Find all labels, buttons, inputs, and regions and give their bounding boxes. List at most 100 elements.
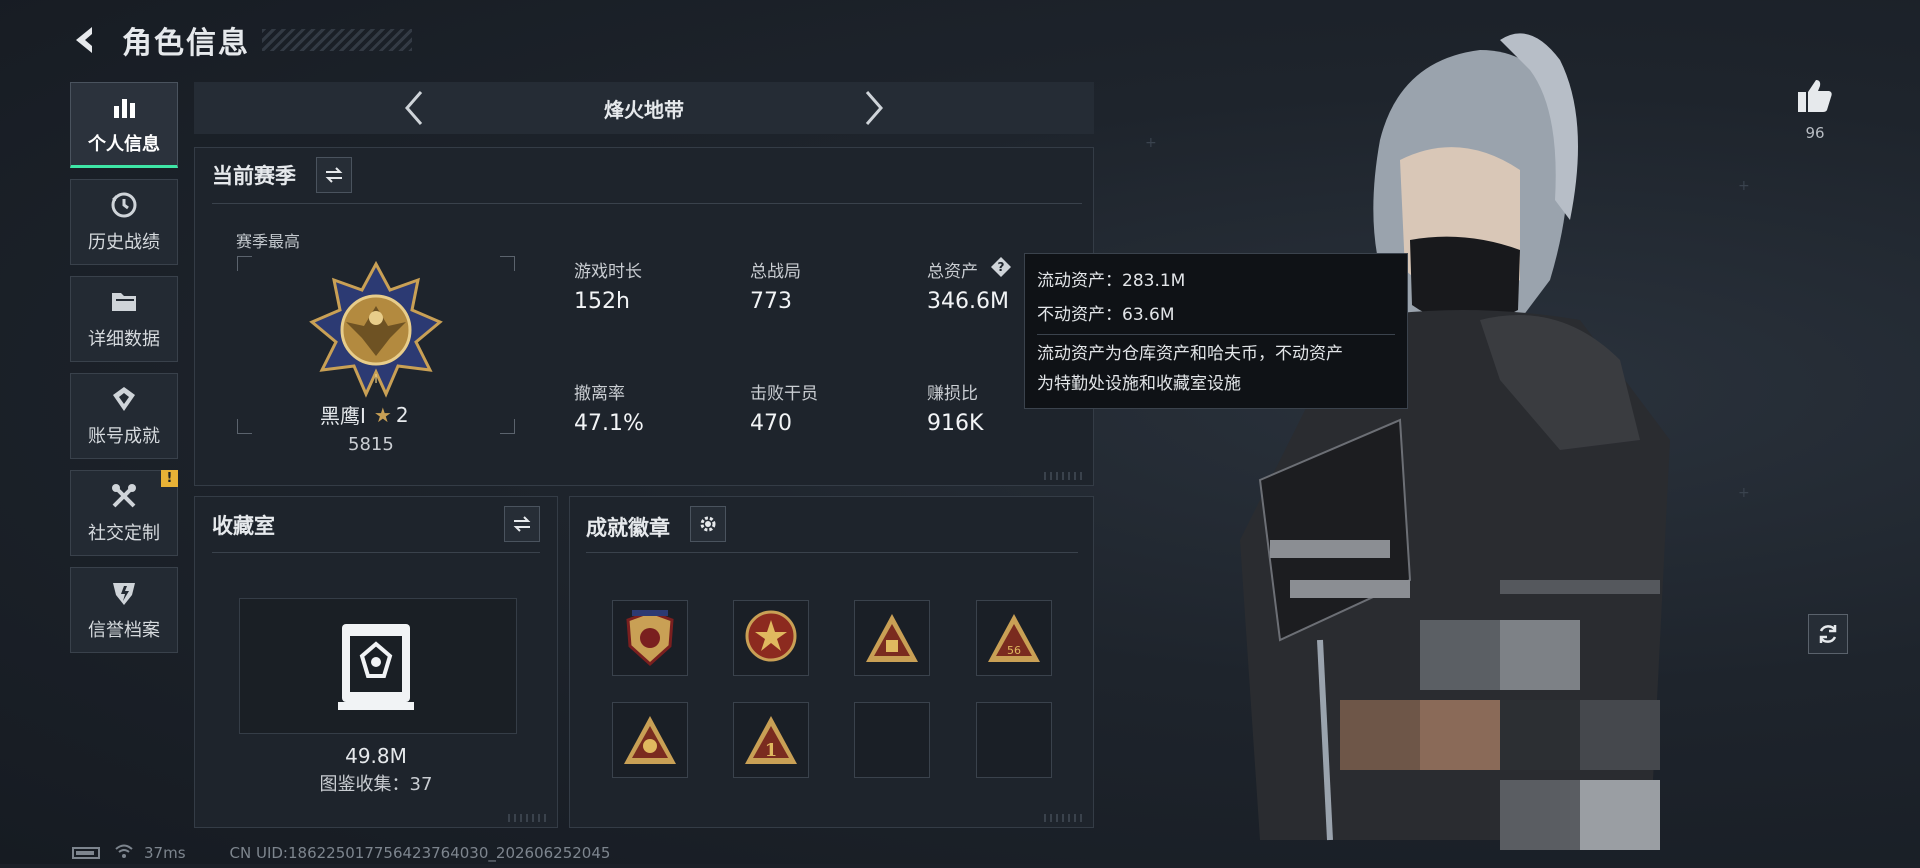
triangle-56-badge-icon[interactable]: 56 [976,600,1052,676]
triangle-lantern-badge-icon[interactable] [612,702,688,778]
mode-selector: 烽火地带 [194,82,1094,134]
grid-marker: + [1145,135,1157,151]
svg-text:1: 1 [765,740,778,761]
collection-title: 收藏室 [212,514,275,538]
wifi-icon [114,844,134,862]
sidebar-item-label: 历史战绩 [88,232,160,253]
reputation-icon [110,578,138,608]
vault-icon [338,620,414,712]
sidebar-item-achievements[interactable]: 账号成就 [70,373,178,459]
panel-decoration [508,814,548,822]
divider [586,552,1078,553]
next-mode-button[interactable] [854,86,894,130]
svg-text:?: ? [998,260,1005,274]
sidebar-item-label: 信誉档案 [88,620,160,641]
rank-name: 黑鹰I [320,404,366,428]
uid-text: CN UID:1862250177564237640​30_2026062520… [229,844,611,862]
ping-value: 37ms [144,844,186,862]
stat-label: 赚损比 [927,384,978,404]
panel-decoration [1044,472,1084,480]
achievement-icon [110,384,138,414]
sidebar-item-history[interactable]: 历史战绩 [70,179,178,265]
rank-emblem-icon: I [306,260,446,400]
sidebar-item-detail-data[interactable]: 详细数据 [70,276,178,362]
like-count: 96 [1805,124,1825,142]
triangle-badge-icon[interactable] [854,600,930,676]
folder-icon [110,287,138,317]
back-arrow-icon[interactable] [68,22,104,58]
stat-value: 346.6M [927,289,1009,314]
help-icon[interactable]: ? [990,256,1012,278]
rank-stars: 2 [395,402,409,427]
thumbs-up-icon[interactable] [1790,78,1840,118]
rank-score: 5815 [348,434,394,455]
badge-settings-button[interactable] [690,506,726,542]
stat-label: 击败干员 [750,384,818,404]
header: 角色信息 [68,18,412,62]
stat-label: 总资产 [927,262,978,282]
bar-chart-icon [111,92,137,122]
tooltip-desc-line: 为特勤处设施和收藏室设施 [1037,374,1241,394]
frame-corner [500,256,515,271]
achievements-title: 成就徽章 [586,516,670,540]
svg-text:I: I [374,372,378,386]
like-area[interactable]: 96 [1790,78,1840,142]
alert-badge: ! [161,470,178,487]
sidebar-item-personal-info[interactable]: 个人信息 [70,82,178,168]
refresh-icon [1819,625,1837,643]
svg-text:56: 56 [1007,644,1021,657]
switch-season-button[interactable] [316,157,352,193]
tooltip-desc-line: 流动资产为仓库资产和哈夫币，不动资产 [1037,344,1343,364]
stat-label: 总战局 [750,262,801,282]
title-decoration [262,29,412,51]
divider [212,552,540,553]
stat-value: 470 [750,411,792,436]
history-icon [110,190,138,220]
season-title: 当前赛季 [212,164,296,188]
tooltip-liquid-assets: 流动资产：283.1M [1037,271,1186,291]
asset-tooltip: 流动资产：283.1M 不动资产：63.6M 流动资产为仓库资产和哈夫币，不动资… [1024,253,1408,409]
sidebar-item-label: 个人信息 [88,134,160,155]
status-bar: 37ms CN UID:1862250177564237640​30_20260… [72,844,610,862]
divider [1037,334,1395,335]
battery-icon [72,847,100,859]
frame-corner [237,419,252,434]
frame-corner [500,419,515,434]
sidebar-item-reputation[interactable]: 信誉档案 [70,567,178,653]
empty-badge-slot[interactable] [854,702,930,778]
page-title: 角色信息 [122,26,250,61]
tooltip-fixed-assets: 不动资产：63.6M [1037,305,1175,325]
stat-value: 47.1% [574,411,644,436]
collection-count: 图鉴收集：37 [319,774,433,795]
tooltip-description: 流动资产为仓库资产和哈夫币，不动资产 为特勤处设施和收藏室设施 [1037,339,1395,399]
sidebar-item-label: 详细数据 [88,329,160,350]
mode-name: 烽火地带 [604,97,684,122]
prev-mode-button[interactable] [394,86,434,130]
grid-marker: + [1738,178,1750,194]
character-model [1200,20,1720,864]
stat-value: 916K [927,411,984,436]
star-icon: ★ [373,402,392,427]
sidebar-item-social[interactable]: ! 社交定制 [70,470,178,556]
sidebar: 个人信息 历史战绩 详细数据 账号成就 ! 社交定制 信誉档案 [70,82,178,664]
divider [212,203,1082,204]
tools-icon [110,481,138,511]
grid-marker: + [1738,485,1750,501]
season-best-label: 赛季最高 [236,232,301,251]
triangle-1-badge-icon[interactable]: 1 [733,702,809,778]
stat-value: 152h [574,289,630,314]
rank-info: 黑鹰I ★ 2 [320,400,409,429]
panel-decoration [1044,814,1084,822]
empty-badge-slot[interactable] [976,702,1052,778]
switch-collection-button[interactable] [504,506,540,542]
stat-value: 773 [750,289,792,314]
refresh-button[interactable] [1808,614,1848,654]
frame-corner [237,256,252,271]
stat-label: 撤离率 [574,384,625,404]
collection-value: 49.8M [345,744,407,768]
sidebar-item-label: 社交定制 [88,523,160,544]
shield-badge-icon[interactable] [612,600,688,676]
sidebar-item-label: 账号成就 [88,426,160,447]
stat-label: 游戏时长 [574,262,642,282]
star-badge-icon[interactable] [733,600,809,676]
